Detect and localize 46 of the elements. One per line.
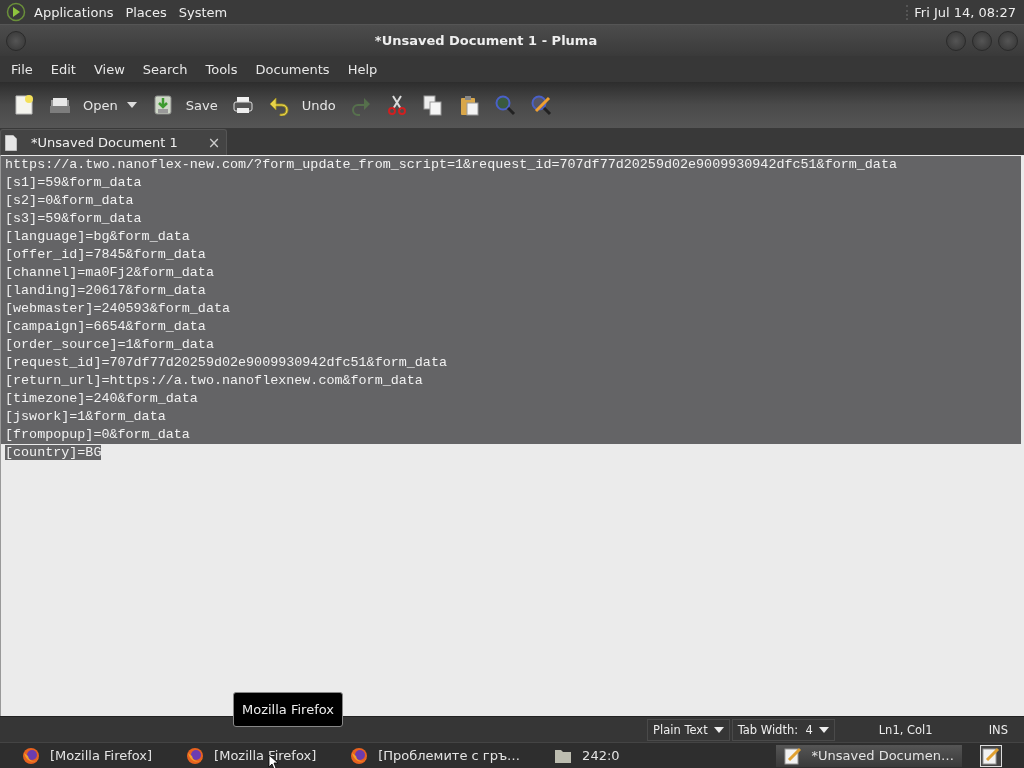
notepad-pencil-icon [981,746,1000,765]
notepad-pencil-icon [783,746,802,765]
panel-menu[interactable]: Applications [34,4,114,20]
save-icon [151,94,174,116]
tooltip: Mozilla Firefox [233,692,343,727]
taskbar-button[interactable]: [Mozilla Firefox] [14,744,161,767]
new-document-icon [13,94,35,116]
taskbar-button[interactable]: *Unsaved Documen… [775,744,962,767]
notepad-tray-button[interactable] [979,744,1002,767]
language-dropdown[interactable]: Plain Text [647,718,730,741]
menu-item[interactable]: File [2,61,42,77]
taskbar-button[interactable]: 242:0 [546,744,628,767]
undo-button[interactable]: Undo [262,90,341,120]
menu-item[interactable]: Help [338,61,387,77]
menu-item[interactable]: View [84,61,134,77]
find-replace-icon [529,94,552,116]
copy-icon [421,94,444,116]
tab-width-dropdown[interactable]: Tab Width: 4 [731,718,835,741]
caret-icon [126,102,137,108]
document-icon [5,134,17,151]
clock[interactable]: Fri Jul 14, 08:27 [906,4,1016,20]
firefox-icon [350,746,369,765]
firefox-icon [186,746,205,765]
search-icon [493,94,516,116]
printer-icon [231,94,254,116]
taskbar-button[interactable]: [Проблемите с гръ… [342,744,529,767]
text-editor[interactable] [0,155,1024,716]
panel-menu[interactable]: System [178,4,228,20]
cursor-position: Ln1, Col1 [878,722,934,737]
menu-item[interactable]: Documents [246,61,339,77]
firefox-icon [22,746,40,765]
insert-mode: INS [988,722,1008,737]
open-button[interactable]: Open [44,90,123,120]
save-button[interactable]: Save [146,90,223,120]
menu-item[interactable]: Tools [196,61,247,77]
tab-label: *Unsaved Document 1 [31,135,178,150]
mate-logo-icon [6,2,26,22]
menu-item[interactable]: Search [133,61,197,77]
scissors-icon [385,94,408,116]
menu-item[interactable]: Edit [41,61,85,77]
document-tab[interactable]: *Unsaved Document 1 × [0,129,228,155]
caret-icon [818,726,829,733]
panel-menu[interactable]: Places [125,4,167,20]
caret-icon [713,726,724,733]
close-tab-button[interactable]: × [207,133,221,152]
window-title: *Unsaved Document 1 - Pluma [373,33,599,48]
